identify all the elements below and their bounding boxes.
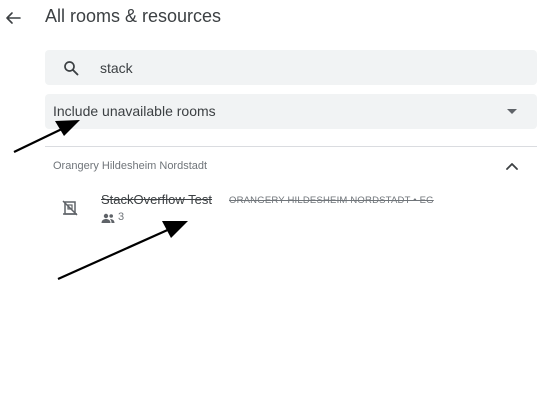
room-capacity: 3 (118, 211, 125, 223)
room-location: ORANGERY HILDESHEIM NORDSTADT • EG (229, 195, 434, 206)
dropdown-arrow-icon (507, 109, 517, 114)
room-group-title: Orangery Hildesheim Nordstadt (53, 160, 208, 172)
room-unavailable-icon (62, 200, 78, 216)
filter-selected-label: Include unavailable rooms (53, 103, 216, 119)
search-input[interactable] (100, 50, 520, 85)
back-button[interactable] (0, 5, 26, 31)
room-name: StackOverflow Test (101, 192, 213, 207)
divider (45, 146, 537, 147)
people-icon (101, 213, 115, 223)
availability-filter-select[interactable]: Include unavailable rooms (45, 94, 537, 129)
chevron-up-icon[interactable] (506, 162, 518, 170)
search-icon (64, 61, 79, 76)
room-group-header[interactable]: Orangery Hildesheim Nordstadt (45, 152, 537, 182)
room-list-item[interactable]: StackOverflow Test ORANGERY HILDESHEIM N… (45, 188, 537, 228)
arrow-back-icon (6, 12, 21, 24)
page-title: All rooms & resources (45, 6, 222, 26)
annotation-arrow-room (57, 221, 188, 281)
search-box[interactable] (45, 50, 537, 85)
